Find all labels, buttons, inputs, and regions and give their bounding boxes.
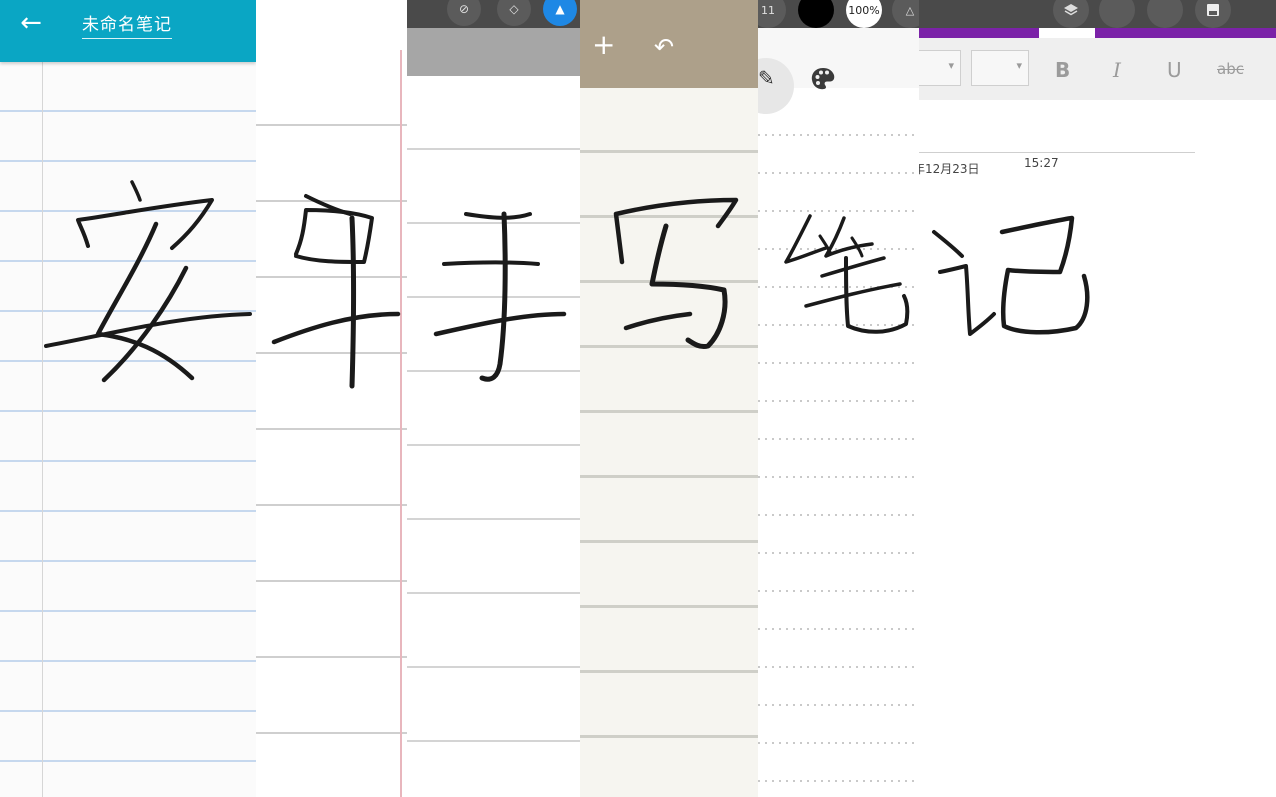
page-icon[interactable] [1099,0,1135,28]
italic-button[interactable]: I [1113,58,1121,82]
notes-app-panel-ruled [256,0,407,797]
zoom-indicator[interactable]: 100% [846,0,882,28]
title-divider [919,152,1195,153]
ruled-paper[interactable] [407,76,580,797]
font-size-select[interactable]: ▾ [971,50,1029,86]
top-toolbar: ⊘ ◇ ▲ Aa [407,0,580,28]
notes-app-panel-office: ▾ ▾ B I U abc 年12月23日 15:27 [919,0,1276,797]
more-icon[interactable] [1147,0,1183,28]
notes-app-panel-dotted: 11 100% △ ✎ [758,0,919,797]
back-arrow-icon[interactable]: ← [16,8,46,38]
dotted-paper[interactable] [758,98,919,797]
eraser-icon[interactable]: ◇ [497,0,531,26]
ruled-paper[interactable] [256,50,407,797]
accent-bar [1095,28,1276,38]
notes-app-panel-beige: + ↶ [580,0,758,797]
notes-app-panel-dark-toolbar: ⊘ ◇ ▲ Aa [407,0,580,797]
lasso-tool-icon[interactable]: ⊘ [447,0,481,26]
accent-bar [919,28,1039,38]
gray-band [407,28,580,76]
red-margin-line [400,50,402,797]
pen-icon[interactable]: ✎ [758,66,775,90]
pen-subbar: ✎ [758,28,919,114]
font-family-select[interactable]: ▾ [919,50,961,86]
pen-tool-icon[interactable]: ▲ [543,0,577,26]
color-swatch-black[interactable] [798,0,834,28]
top-toolbar: 11 100% △ [758,0,919,28]
ruled-paper[interactable] [0,62,256,797]
ruled-paper[interactable] [580,88,758,797]
underline-button[interactable]: U [1167,58,1182,82]
top-toolbar [919,0,1276,28]
add-icon[interactable]: + [592,30,615,60]
app-header: + ↶ [580,0,758,88]
notes-app-panel-teal: ← 未命名笔记 [0,0,256,797]
triangle-tool-icon[interactable]: △ [892,0,919,28]
save-icon[interactable] [1195,0,1231,28]
margin-line [42,62,43,797]
app-header: ← 未命名笔记 [0,0,256,62]
size-button[interactable]: 11 [758,0,786,28]
strikethrough-button[interactable]: abc [1217,60,1244,78]
undo-icon[interactable]: ↶ [654,34,674,60]
note-date: 年12月23日 [919,162,980,176]
format-ribbon: ▾ ▾ B I U abc [919,38,1276,100]
note-time: 15:27 [1024,156,1059,170]
palette-icon[interactable] [810,66,836,92]
layers-icon[interactable] [1053,0,1089,28]
note-title[interactable]: 未命名笔记 [82,10,172,39]
bold-button[interactable]: B [1055,58,1070,82]
